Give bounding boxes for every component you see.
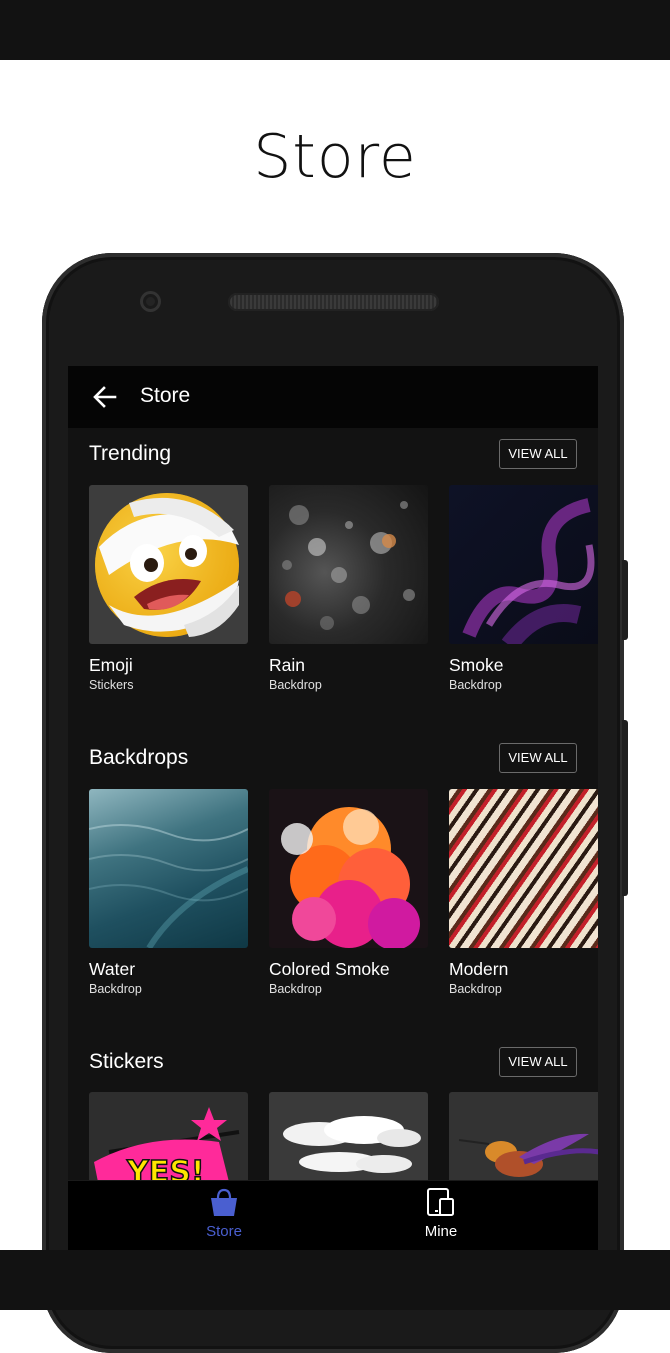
store-item-smoke[interactable]: Smoke Backdrop — [449, 485, 598, 692]
front-camera — [140, 291, 161, 312]
item-category: Backdrop — [269, 678, 322, 692]
app-bar-title: Store — [140, 384, 191, 407]
view-all-stickers-button[interactable]: VIEW ALL — [499, 1047, 577, 1077]
store-item-colored-smoke[interactable]: Colored Smoke Backdrop — [269, 789, 428, 996]
item-name: Water — [89, 959, 136, 979]
nav-item-store[interactable]: Store — [189, 1181, 259, 1250]
colored-smoke-thumbnail — [269, 789, 428, 948]
shopping-bag-icon — [211, 1188, 237, 1216]
promo-title: Store — [253, 122, 417, 192]
item-name: Colored Smoke — [269, 959, 390, 979]
store-item-water[interactable]: Water Backdrop — [89, 789, 248, 996]
modern-thumbnail — [449, 789, 598, 948]
item-category: Backdrop — [449, 678, 502, 692]
nav-item-mine[interactable]: Mine — [406, 1181, 476, 1250]
item-category: Backdrop — [269, 982, 322, 996]
earpiece-speaker — [228, 293, 439, 311]
item-name: Smoke — [449, 655, 504, 675]
nav-label-store: Store — [206, 1223, 242, 1240]
store-item-rain[interactable]: Rain Backdrop — [269, 485, 428, 692]
arrow-left-icon — [93, 386, 117, 408]
rain-thumbnail — [269, 485, 428, 644]
bottom-navigation: Store Mine — [68, 1180, 598, 1250]
app-bar: Store — [68, 366, 598, 428]
item-name: Emoji — [89, 655, 133, 675]
store-item-modern[interactable]: Modern Backdrop — [449, 789, 598, 996]
devices-icon — [427, 1188, 454, 1216]
phone-power-button — [622, 560, 628, 640]
water-thumbnail — [89, 789, 248, 948]
store-item-emoji[interactable]: Emoji Stickers — [89, 485, 248, 692]
section-title-stickers: Stickers — [89, 1050, 164, 1073]
section-title-backdrops: Backdrops — [89, 746, 189, 769]
item-category: Stickers — [89, 678, 134, 692]
back-button[interactable] — [90, 384, 120, 410]
app-screen: Store Trending VIEW ALL Emoji Stickers R… — [68, 366, 598, 1250]
phone-volume-button — [622, 720, 628, 896]
view-all-trending-button[interactable]: VIEW ALL — [499, 439, 577, 469]
section-title-trending: Trending — [89, 442, 172, 465]
item-name: Rain — [269, 655, 305, 675]
bottom-band — [0, 1250, 670, 1310]
emoji-thumbnail — [89, 485, 248, 644]
nav-label-mine: Mine — [424, 1223, 458, 1240]
item-category: Backdrop — [89, 982, 142, 996]
status-bar-band — [0, 0, 670, 60]
item-name: Modern — [449, 959, 509, 979]
view-all-backdrops-button[interactable]: VIEW ALL — [499, 743, 577, 773]
smoke-thumbnail — [449, 485, 598, 644]
item-category: Backdrop — [449, 982, 502, 996]
